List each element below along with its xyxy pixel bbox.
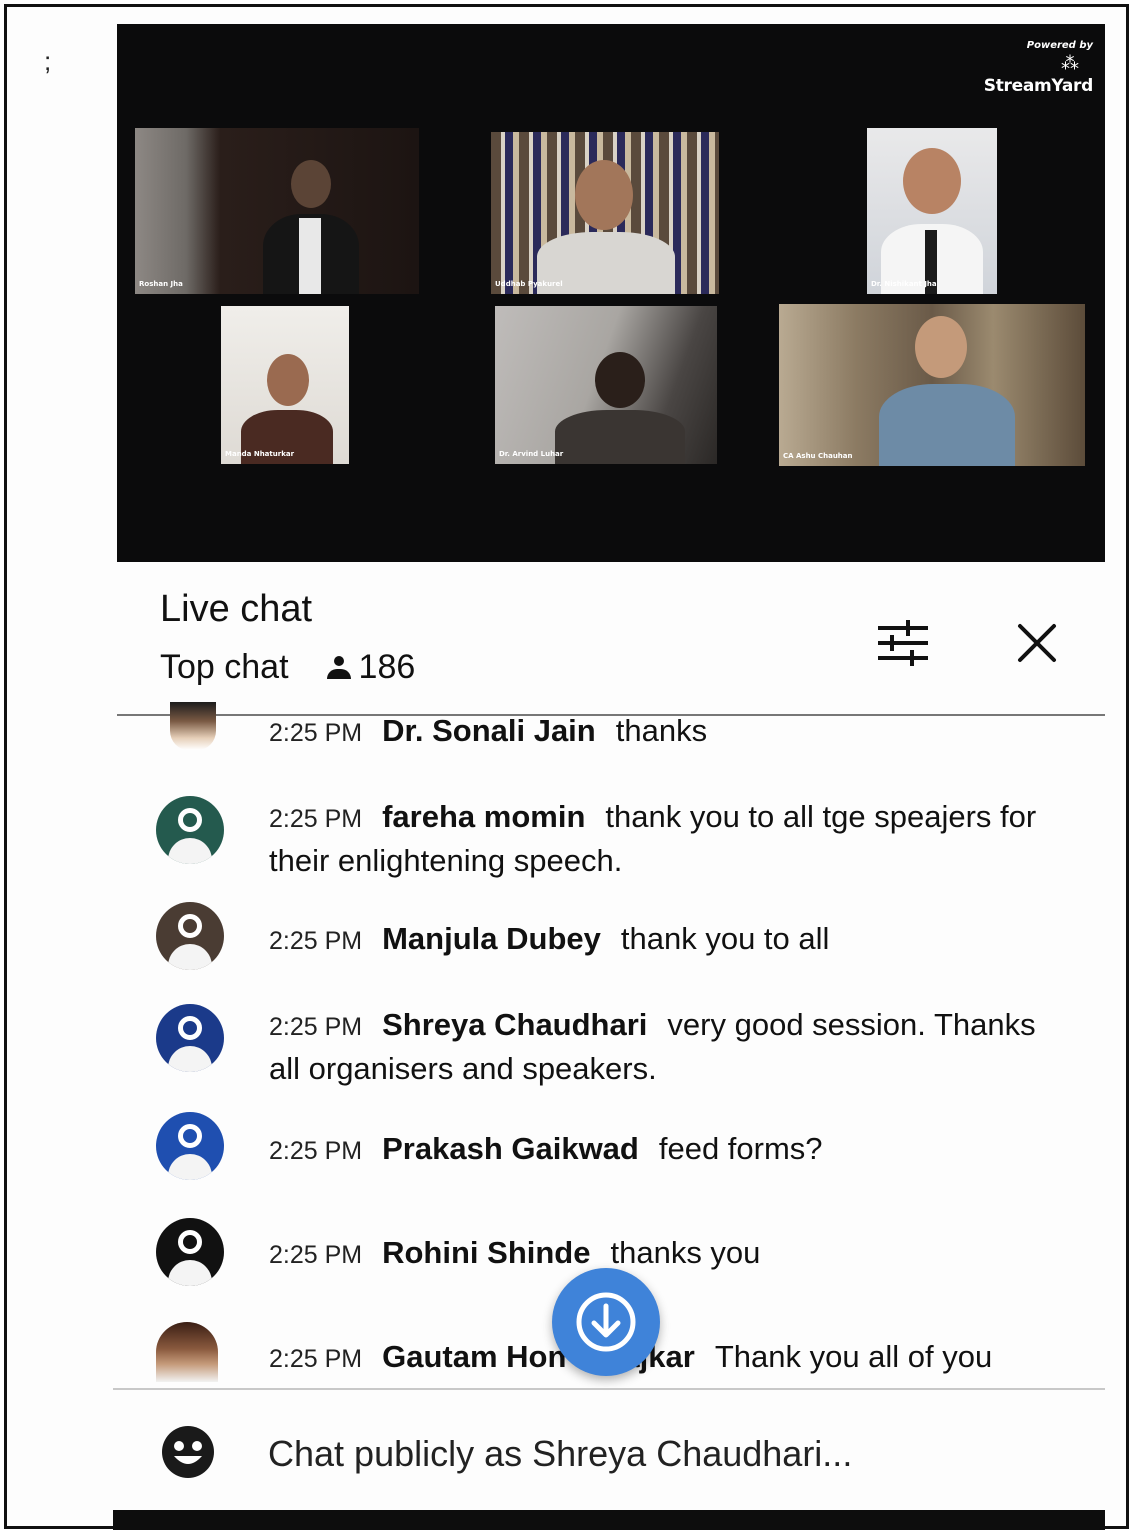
chat-title: Live chat (160, 588, 313, 630)
message-author[interactable]: Manjula Dubey (382, 921, 601, 956)
chat-input-row (160, 1420, 1100, 1500)
message-time: 2:25 PM (269, 805, 363, 833)
avatar (156, 902, 224, 970)
powered-by-badge: Powered by ⁂ StreamYard (983, 40, 1094, 96)
powered-by-label: Powered by (1026, 40, 1093, 51)
chat-mode-label[interactable]: Top chat (160, 648, 289, 687)
participant-tile: Manda Nhaturkar (221, 306, 349, 464)
message-author[interactable]: fareha momin (382, 799, 585, 834)
participant-tile: Uddhab Pyakurel (491, 132, 719, 294)
input-divider (113, 1388, 1105, 1390)
chat-mode-selector[interactable]: Top chat 186 (160, 648, 415, 687)
message-text: thanks you (610, 1235, 761, 1270)
message-author[interactable]: Rohini Shinde (382, 1235, 590, 1270)
message-time: 2:25 PM (269, 1241, 363, 1269)
participant-tile: CA Ashu Chauhan (779, 304, 1085, 466)
status-dots: ; (44, 46, 52, 76)
close-icon[interactable] (1012, 618, 1062, 668)
avatar (156, 1004, 224, 1072)
streamyard-brand: StreamYard (983, 76, 1094, 96)
emoji-icon[interactable] (160, 1424, 216, 1480)
message-time: 2:25 PM (269, 719, 363, 747)
participant-tile: Dr. Nishikant Jha (867, 128, 997, 294)
participant-tile: Roshan Jha (135, 128, 419, 294)
participant-name: Manda Nhaturkar (225, 450, 295, 458)
message-text: thanks (615, 713, 708, 748)
message-text: thank you to all (620, 921, 830, 956)
participant-tile: Dr. Arvind Luhar (495, 306, 717, 464)
participant-name: Dr. Nishikant Jha (871, 280, 937, 288)
message-time: 2:25 PM (269, 1345, 363, 1373)
avatar (156, 1218, 224, 1286)
viewer-count: 186 (358, 648, 416, 686)
scroll-to-bottom-button[interactable] (552, 1268, 660, 1376)
message-time: 2:25 PM (269, 927, 363, 955)
message-author[interactable]: Prakash Gaikwad (382, 1131, 639, 1166)
message-text: feed forms? (658, 1131, 823, 1166)
message-author[interactable]: Shreya Chaudhari (382, 1007, 647, 1042)
message-time: 2:25 PM (269, 1137, 363, 1165)
chat-message-input[interactable] (266, 1428, 1070, 1480)
message-author[interactable]: Dr. Sonali Jain (382, 713, 596, 748)
avatar (156, 1322, 218, 1382)
avatar (156, 796, 224, 864)
filter-settings-icon[interactable] (876, 620, 930, 666)
video-player[interactable]: Powered by ⁂ StreamYard Roshan Jha Uddha… (117, 24, 1105, 562)
bottom-bar (113, 1510, 1105, 1530)
viewer-count-icon (325, 654, 353, 682)
avatar (170, 702, 216, 750)
participant-name: Roshan Jha (139, 280, 183, 288)
chat-header: Live chat Top chat 186 (160, 588, 415, 686)
message-time: 2:25 PM (269, 1013, 363, 1041)
participant-name: CA Ashu Chauhan (783, 452, 853, 460)
avatar (156, 1112, 224, 1180)
participant-name: Dr. Arvind Luhar (499, 450, 564, 458)
arrow-down-icon (576, 1292, 636, 1352)
participant-name: Uddhab Pyakurel (495, 280, 563, 288)
message-text: Thank you all of you (714, 1339, 993, 1374)
message-author-visible: Gautam Hon (382, 1339, 567, 1374)
streamyard-logo-icon: ⁂ (1061, 53, 1079, 74)
